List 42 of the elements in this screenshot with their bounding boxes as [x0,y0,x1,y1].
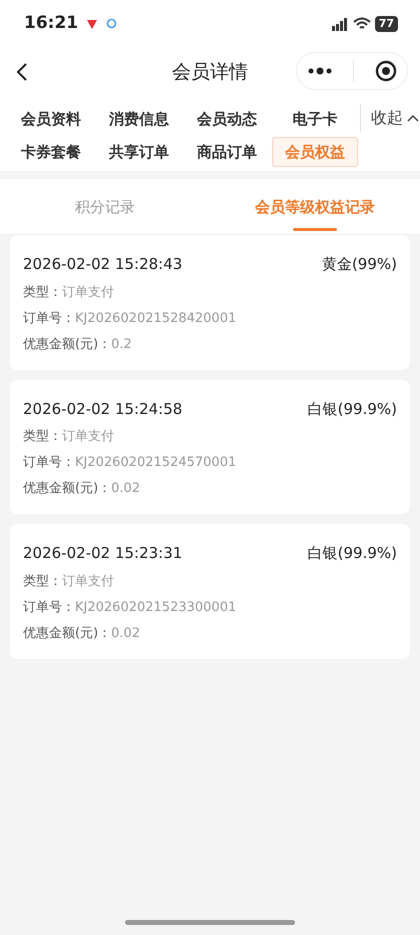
field-value: 订单支付 [62,574,114,588]
field-value: 0.02 [111,626,140,640]
record-time: 2026-02-02 15:24:58 [23,398,182,420]
menu-tab[interactable]: 消费信息 [96,104,182,134]
field-value: KJ202602021528420001 [75,310,236,326]
app-notification-icon [86,18,98,30]
field-value: KJ202602021524570001 [75,455,236,470]
status-time: 16:21 [24,12,78,36]
record-time: 2026-02-02 15:28:43 [23,254,182,275]
menu-tab[interactable]: 电子卡 [272,104,358,134]
member-level: 白银(99.9%) [308,543,397,564]
app-notification-icon [106,18,118,30]
menu-tab[interactable]: 商品订单 [184,136,270,167]
collapse-button[interactable]: 收起 [360,104,419,132]
field-label: 类型： [23,284,62,300]
more-icon[interactable] [307,67,334,75]
battery-indicator: 77 [374,16,398,32]
menu-tab[interactable]: 会员动态 [184,104,270,134]
field-value: 0.02 [111,481,140,496]
field-label: 优惠金额(元)： [23,481,112,496]
signal-icon [330,17,349,31]
caret-icon [407,114,419,122]
field-label: 订单号： [23,310,75,326]
wifi-icon [352,17,371,31]
field-label: 订单号： [23,600,75,614]
back-icon[interactable] [16,62,28,82]
menu-tab[interactable]: 卡券套餐 [8,136,94,167]
field-value: 订单支付 [62,429,114,444]
field-label: 优惠金额(元)： [23,336,112,352]
menu-tab[interactable]: 共享订单 [96,136,182,167]
field-value: 0.2 [111,336,132,352]
record-time: 2026-02-02 15:23:31 [23,543,182,564]
field-value: KJ202602021523300001 [75,600,236,614]
field-label: 优惠金额(元)： [23,626,112,640]
member-level: 黄金(99%) [322,254,397,275]
menu-tab[interactable]: 会员资料 [8,104,94,134]
field-label: 类型： [23,429,62,444]
field-label: 类型： [23,574,62,588]
member-level: 白银(99.9%) [308,398,397,420]
field-label: 订单号： [23,455,75,470]
field-value: 订单支付 [62,284,114,300]
page-title: 会员详情 [172,60,248,85]
